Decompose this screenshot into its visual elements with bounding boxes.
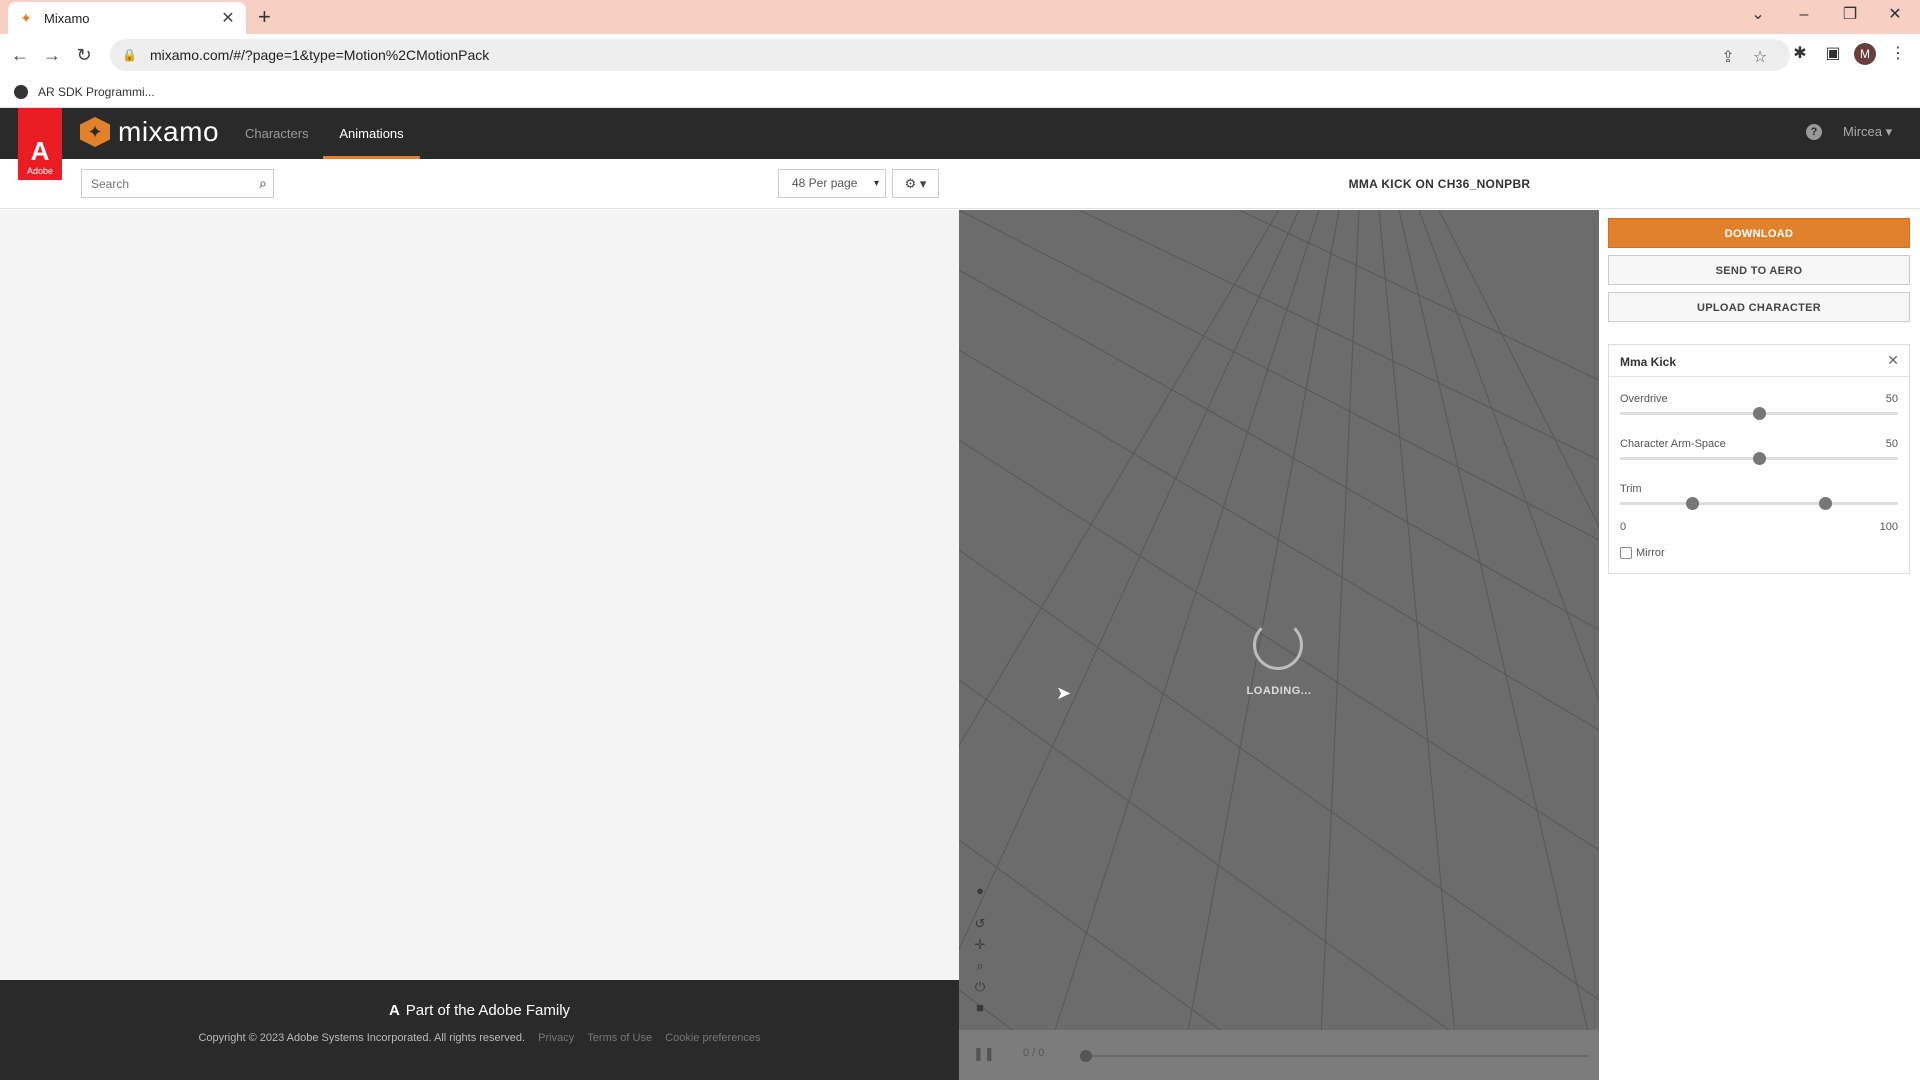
overdrive-slider[interactable] (1620, 407, 1898, 420)
bookmark-site-icon (14, 84, 28, 99)
trim-slider[interactable] (1620, 497, 1898, 510)
right-panel: DOWNLOAD SEND TO AERO UPLOAD CHARACTER M… (1599, 210, 1920, 1080)
copyright-text: Copyright © 2023 Adobe Systems Incorpora… (198, 1032, 526, 1044)
viewer-title: MMA KICK ON CH36_NONPBR (1348, 177, 1531, 191)
adobe-family-line: A Part of the Adobe Family (0, 1002, 959, 1019)
address-url: mixamo.com/#/?page=1&type=Motion%2CMotio… (150, 47, 490, 63)
card-header: Mma Kick ✕ (1609, 345, 1909, 377)
share-icon[interactable]: ⇪ (1718, 47, 1738, 67)
chevron-down-icon: ▾ (873, 178, 879, 189)
trim-start-thumb[interactable] (1685, 497, 1699, 510)
download-button[interactable]: DOWNLOAD (1608, 218, 1910, 248)
adobe-badge-label: Adobe (26, 166, 54, 176)
mirror-label: Mirror (1636, 547, 1665, 559)
mouse-cursor-icon: ➤ (1056, 683, 1072, 703)
window-close-icon[interactable]: ✕ (1883, 4, 1907, 26)
camera-icon[interactable]: ■ (971, 1000, 989, 1015)
browser-tab-strip (0, 0, 1920, 34)
extensions-puzzle-icon[interactable]: ✱ (1789, 43, 1811, 63)
address-bar[interactable]: 🔒 mixamo.com/#/?page=1&type=Motion%2CMot… (110, 39, 1790, 71)
armspace-label: Character Arm-Space (1620, 438, 1726, 450)
user-menu[interactable]: Mircea ▾ (1843, 124, 1892, 140)
forward-icon[interactable]: → (40, 43, 64, 67)
tab-title: Mixamo (44, 10, 90, 26)
loading-spinner (1253, 620, 1303, 670)
bookmarks-bar: AR SDK Programmi... (0, 76, 1920, 108)
trim-min-value: 0 (1620, 521, 1627, 533)
search-box: ⌕ (81, 169, 274, 198)
per-page-value: 48 Per page (792, 176, 858, 190)
terms-link[interactable]: Terms of Use (587, 1032, 652, 1044)
overdrive-value: 50 (1885, 393, 1898, 405)
pause-icon[interactable]: ❚❚ (973, 1046, 995, 1062)
search-icon[interactable]: ⌕ (259, 175, 267, 192)
trim-label: Trim (1620, 483, 1642, 495)
overdrive-thumb[interactable] (1752, 407, 1766, 420)
power-icon[interactable]: ⏻ (971, 979, 989, 995)
animation-settings-card: Mma Kick ✕ Overdrive 50 Character Arm-Sp… (1608, 344, 1910, 574)
adobe-logo-small-icon: A (388, 1002, 400, 1019)
search-input[interactable] (91, 176, 241, 191)
mixamo-logo-icon: ✦ (80, 117, 110, 147)
reset-view-icon[interactable]: ↺ (971, 916, 989, 932)
frame-counter: 0 / 0 (1023, 1047, 1045, 1059)
armspace-thumb[interactable] (1752, 452, 1766, 465)
footer-copyright-row: Copyright © 2023 Adobe Systems Incorpora… (0, 1032, 959, 1044)
profile-avatar[interactable]: M (1854, 43, 1876, 65)
new-tab-icon[interactable]: + (258, 6, 271, 28)
adobe-logo-icon: A (30, 136, 50, 166)
timeline-track[interactable] (1084, 1055, 1589, 1057)
armspace-value: 50 (1885, 438, 1898, 450)
zoom-icon[interactable]: ⌕ (971, 958, 989, 974)
browser-menu-icon[interactable]: ⋮ (1887, 43, 1909, 63)
browser-tab[interactable]: ✦ Mixamo ✕ (8, 2, 246, 34)
privacy-link[interactable]: Privacy (538, 1032, 574, 1044)
page-footer: A Part of the Adobe Family Copyright © 20… (0, 980, 959, 1080)
logo-wordmark: mixamo (118, 116, 220, 147)
send-to-aero-button[interactable]: SEND TO AERO (1608, 255, 1910, 285)
3d-viewport[interactable]: LOADING... ➤ ● ↺ ✛ ⌕ ⏻ ■ ❚❚ 0 / 0 (959, 210, 1599, 1080)
mirror-option[interactable]: Mirror (1620, 547, 1665, 559)
lock-icon: 🔒 (122, 48, 137, 62)
upload-character-button[interactable]: UPLOAD CHARACTER (1608, 292, 1910, 322)
loading-text: LOADING... (1246, 685, 1312, 697)
character-view-icon[interactable]: ● (971, 883, 989, 898)
adobe-family-text: Part of the Adobe Family (405, 1002, 571, 1019)
back-icon[interactable]: ← (8, 43, 32, 67)
nav-characters[interactable]: Characters (230, 108, 324, 159)
overdrive-label: Overdrive (1620, 393, 1668, 405)
bookmark-star-icon[interactable]: ☆ (1750, 47, 1770, 67)
animation-name: Mma Kick (1620, 355, 1677, 369)
help-icon[interactable]: ? (1806, 124, 1822, 140)
tab-close-icon[interactable]: ✕ (220, 8, 236, 28)
mirror-checkbox[interactable] (1620, 547, 1632, 559)
trim-end-thumb[interactable] (1819, 497, 1833, 510)
cookie-preferences-link[interactable]: Cookie preferences (665, 1032, 760, 1044)
armspace-slider[interactable] (1620, 452, 1898, 465)
settings-dropdown-button[interactable]: ⚙ ▾ (892, 169, 939, 198)
mixamo-logo[interactable]: ✦ mixamo (80, 116, 219, 148)
mixamo-favicon-icon: ✦ (20, 10, 32, 26)
browser-toolbar: ← → ↻ 🔒 mixamo.com/#/?page=1&type=Motion… (0, 34, 1920, 76)
close-icon[interactable]: ✕ (1887, 352, 1899, 369)
minimize-icon[interactable]: – (1792, 4, 1816, 26)
bookmark-item[interactable]: AR SDK Programmi... (38, 85, 155, 99)
tab-search-chevron-icon[interactable]: ⌄ (1746, 4, 1770, 26)
per-page-select[interactable]: 48 Per page ▾ (778, 169, 886, 198)
side-panel-icon[interactable]: ▣ (1822, 43, 1844, 63)
restore-icon[interactable]: ❐ (1838, 4, 1862, 26)
animation-results-area (0, 210, 959, 980)
reload-icon[interactable]: ↻ (72, 43, 96, 67)
pan-icon[interactable]: ✛ (971, 937, 989, 953)
timeline-bar: ❚❚ 0 / 0 (959, 1030, 1599, 1080)
viewer-header: MMA KICK ON CH36_NONPBR (959, 159, 1920, 209)
timeline-scrubber[interactable] (1080, 1050, 1092, 1062)
nav-animations[interactable]: Animations (323, 108, 420, 159)
trim-max-value: 100 (1879, 521, 1898, 533)
adobe-badge[interactable]: A Adobe (18, 108, 62, 180)
